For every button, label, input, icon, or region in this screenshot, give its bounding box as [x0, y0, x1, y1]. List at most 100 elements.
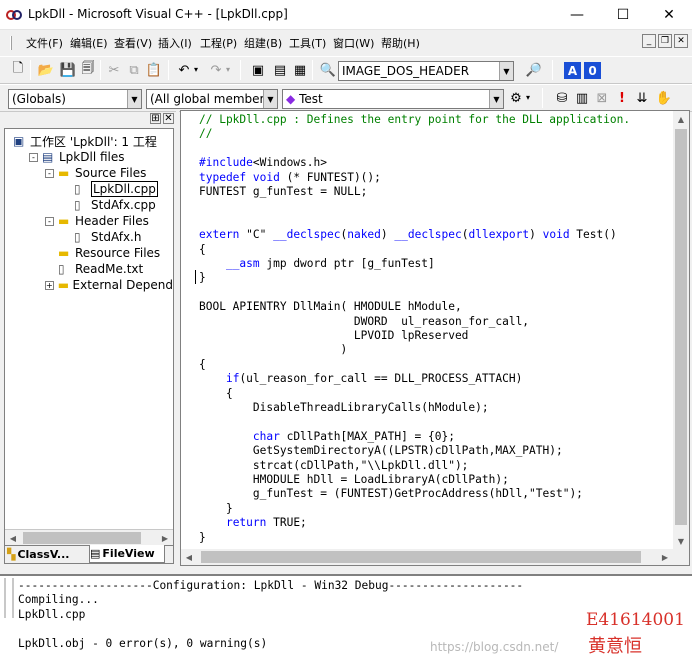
scroll-left-icon[interactable]: ◀ [181, 549, 197, 565]
tree-item[interactable]: ▬ Resource Files [45, 245, 173, 261]
build-icon[interactable]: ▥ [572, 88, 592, 108]
scroll-right-icon[interactable]: ▶ [157, 530, 173, 546]
undo-dropdown-icon[interactable]: ▾ [194, 65, 198, 74]
open-folder-icon[interactable]: 📂 [36, 60, 56, 80]
code-text: g_funTest = (FUNTEST)GetProcAddress(hDll… [199, 487, 583, 501]
execute-icon[interactable]: ! [612, 88, 632, 108]
find-combo-value: IMAGE_DOS_HEADER [342, 64, 470, 78]
menu-grip [10, 36, 12, 50]
scroll-left-icon[interactable]: ◀ [5, 530, 21, 546]
output-grip[interactable] [4, 578, 14, 618]
code-line: extern "C" __declspec(naked) __declspec(… [199, 228, 617, 242]
wizard-action-dropdown-icon[interactable]: ▾ [526, 93, 530, 102]
code-text: jmp dword ptr [g_funTest] [259, 257, 435, 270]
scroll-thumb[interactable] [201, 551, 641, 563]
window-title: LpkDll - Microsoft Visual C++ - [LpkDll.… [28, 7, 288, 21]
menu-edit[interactable]: 编辑(E) [70, 35, 108, 51]
menu-insert[interactable]: 插入(I) [158, 35, 192, 51]
collapse-icon[interactable]: - [29, 152, 38, 162]
menu-tools[interactable]: 工具(T) [289, 35, 326, 51]
breakpoint-hand-icon[interactable]: ✋ [654, 88, 674, 108]
copy-icon[interactable]: ⧉ [124, 60, 144, 80]
search-icon[interactable]: 🔎 [524, 60, 544, 80]
folder-icon: ▬ [58, 214, 70, 228]
code-text: "C" [239, 228, 274, 242]
chevron-down-icon[interactable]: ▼ [263, 90, 277, 108]
tree-item[interactable]: ▯ ReadMe.txt [45, 261, 173, 277]
stop-build-icon[interactable]: ⊠ [592, 88, 612, 108]
menu-window[interactable]: 窗口(W) [333, 35, 374, 51]
code-text: LPVOID lpReserved [199, 329, 469, 342]
scroll-up-icon[interactable]: ▲ [673, 111, 689, 127]
code-line: { [199, 358, 206, 372]
output-window-icon[interactable]: ▤ [270, 60, 290, 80]
menu-help[interactable]: 帮助(H) [381, 35, 420, 51]
maximize-button[interactable]: ☐ [600, 0, 646, 30]
undo-icon[interactable]: ↶ [174, 60, 194, 80]
code-editor[interactable]: // LpkDll.cpp : Defines the entry point … [180, 110, 690, 566]
tree-item[interactable]: ▯ StdAfx.cpp [61, 197, 173, 213]
file-icon: ▯ [74, 198, 81, 212]
font-zero-icon[interactable]: 0 [584, 62, 601, 79]
font-a-icon[interactable]: A [564, 62, 581, 79]
go-icon[interactable]: ⇊ [632, 88, 652, 108]
scroll-right-icon[interactable]: ▶ [657, 549, 673, 565]
save-icon[interactable]: 💾 [58, 60, 78, 80]
find-combo[interactable]: IMAGE_DOS_HEADER ▼ [338, 61, 514, 81]
code-text: FUNTEST g_funTest = NULL; [199, 185, 368, 198]
mdi-minimize-button[interactable]: _ [642, 34, 656, 48]
code-keyword: __declspec [273, 228, 341, 242]
mdi-restore-button[interactable]: ❐ [658, 34, 672, 48]
chevron-down-icon[interactable]: ▼ [489, 90, 503, 108]
workspace-window-icon[interactable]: ▣ [248, 60, 268, 80]
members-combo[interactable]: (All global members ▼ [146, 89, 278, 109]
splitter[interactable] [176, 110, 179, 566]
chevron-down-icon[interactable]: ▼ [127, 90, 141, 108]
tree-item[interactable]: - ▤ LpkDll files [29, 149, 173, 165]
tab-classview[interactable]: ▚ ClassV... [7, 546, 87, 563]
tree-item[interactable]: ▯ StdAfx.h [61, 229, 173, 245]
mdi-close-button[interactable]: ✕ [674, 34, 688, 48]
tree-item[interactable]: ▯ LpkDll.cpp [61, 181, 173, 197]
tree-item[interactable]: - ▬ Source Files [45, 165, 173, 181]
scroll-thumb[interactable] [23, 532, 141, 544]
code-text: { [199, 386, 233, 400]
expand-icon[interactable]: + [45, 280, 54, 290]
code-text: ) [380, 228, 395, 242]
tab-fileview[interactable]: ▤ FileView [89, 545, 165, 563]
paste-icon[interactable]: 📋 [144, 60, 164, 80]
vertical-scrollbar[interactable]: ▲ ▼ [673, 111, 689, 549]
cut-icon[interactable]: ✂ [104, 60, 124, 80]
collapse-icon[interactable]: - [45, 168, 54, 178]
collapse-icon[interactable]: - [45, 216, 54, 226]
wizard-action-icon[interactable]: ⚙ [506, 88, 526, 108]
code-area[interactable]: // LpkDll.cpp : Defines the entry point … [181, 111, 673, 549]
function-combo[interactable]: ◆ Test ▼ [282, 89, 504, 109]
class-scope-combo[interactable]: (Globals) ▼ [8, 89, 142, 109]
minimize-button[interactable]: — [554, 0, 600, 30]
menu-view[interactable]: 查看(V) [114, 35, 152, 51]
find-in-files-icon[interactable]: 🔍 [318, 60, 338, 80]
tree-item[interactable]: - ▬ Header Files [45, 213, 173, 229]
horizontal-scrollbar[interactable]: ◀ ▶ [5, 529, 173, 546]
pane-restore-icon[interactable]: ⊞ [150, 113, 161, 124]
window-list-icon[interactable]: ▦ [290, 60, 310, 80]
close-button[interactable]: ✕ [646, 0, 692, 30]
pane-close-icon[interactable]: ✕ [163, 113, 174, 124]
editor-horizontal-scrollbar[interactable]: ◀ ▶ [181, 549, 689, 565]
redo-icon[interactable]: ↷ [206, 60, 226, 80]
menu-file[interactable]: 文件(F) [26, 35, 63, 51]
scroll-thumb[interactable] [675, 129, 687, 525]
tree-item[interactable]: + ▬ External Depend [45, 277, 173, 293]
tree-item[interactable]: ▣ 工作区 'LpkDll': 1 工程 [13, 133, 173, 149]
redo-dropdown-icon[interactable]: ▾ [226, 65, 230, 74]
new-file-icon[interactable]: 🗋 [8, 60, 28, 80]
menu-project[interactable]: 工程(P) [200, 35, 237, 51]
classview-icon: ▚ [7, 548, 16, 561]
scroll-down-icon[interactable]: ▼ [673, 533, 689, 549]
project-icon: ▤ [42, 150, 54, 164]
chevron-down-icon[interactable]: ▼ [499, 62, 513, 80]
compile-icon[interactable]: ⛁ [552, 88, 572, 108]
save-all-icon[interactable]: 🗐 [78, 60, 98, 80]
menu-build[interactable]: 组建(B) [244, 35, 282, 51]
